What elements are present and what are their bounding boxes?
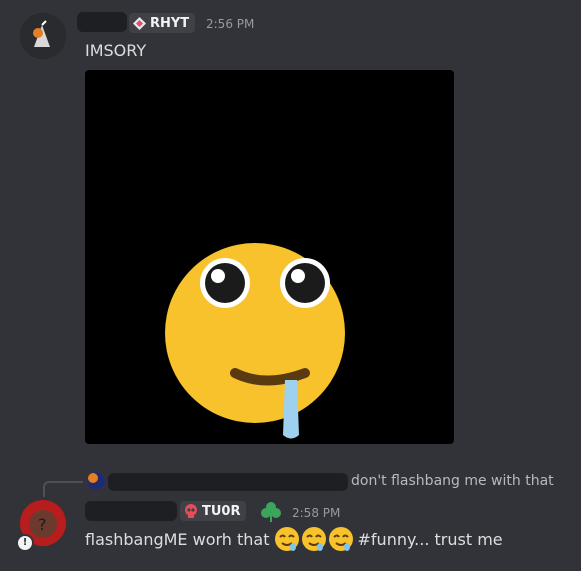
message-text-after: #funny... trust me xyxy=(357,529,503,549)
skull-icon xyxy=(185,504,197,518)
role-tag-2[interactable]: TU0R xyxy=(180,501,247,521)
reply-username-redacted xyxy=(108,473,348,491)
timestamp: 2:58 PM xyxy=(292,506,341,520)
message-text-before: flashbangME worh that xyxy=(85,529,270,549)
emoji-group xyxy=(274,526,354,552)
message-1: RHYT 2:56 PM IMSORY xyxy=(0,0,581,460)
reply-quoted-text: don't flashbang me with that xyxy=(351,473,554,489)
message-text-row: flashbangME worh that #funny... trust me xyxy=(85,523,503,555)
timestamp: 2:56 PM xyxy=(206,17,255,31)
username-redacted-2[interactable] xyxy=(85,501,177,521)
username-redacted-1[interactable] xyxy=(77,12,127,32)
avatar-art-icon xyxy=(20,13,66,59)
gif-attachment[interactable] xyxy=(85,70,454,444)
role-tag-label: RHYT xyxy=(150,15,190,31)
reply-avatar xyxy=(87,472,105,490)
message-text: IMSORY xyxy=(85,41,147,60)
diamond-icon xyxy=(133,16,146,30)
relieved-emoji-icon xyxy=(301,527,326,551)
status-badge: ! xyxy=(16,534,34,552)
reply-avatar-icon xyxy=(87,472,105,490)
role-tag-label: TU0R xyxy=(202,503,241,519)
message-2: ? ! TU0R 2:58 PM flashbangME worh that #… xyxy=(0,495,581,571)
role-tag-1[interactable]: RHYT xyxy=(129,13,196,33)
svg-text:?: ? xyxy=(38,515,47,534)
drooling-emoji-icon xyxy=(165,243,345,439)
relieved-emoji-icon xyxy=(328,527,353,551)
user-avatar-1[interactable] xyxy=(20,13,66,59)
relieved-emoji-icon xyxy=(274,527,299,551)
reply-reference[interactable]: don't flashbang me with that xyxy=(0,468,581,497)
